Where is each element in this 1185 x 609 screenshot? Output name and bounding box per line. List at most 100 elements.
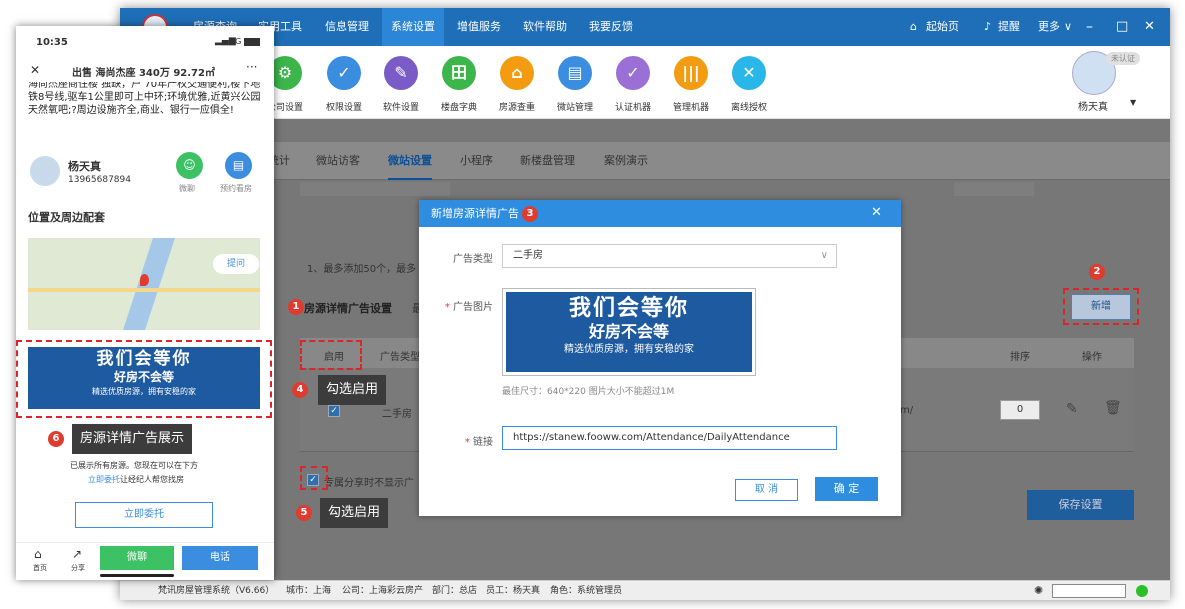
image-hint: 最佳尺寸：640*220 图片大小不能超过1M	[502, 387, 675, 397]
tab-site-settings[interactable]: 微站设置	[388, 142, 432, 180]
building-icon[interactable]: 田	[442, 56, 476, 90]
link-input[interactable]: https://stanew.fooww.com/Attendance/Dail…	[502, 426, 837, 450]
home-link[interactable]: 起始页	[926, 8, 959, 46]
phone-title: 出售 海尚杰座 340万 92.72㎡	[72, 68, 215, 79]
user-chevron-icon[interactable]: ▼	[1130, 98, 1136, 107]
remind-link[interactable]: 提醒	[998, 8, 1020, 46]
section-title: 房源详情广告设置	[304, 302, 392, 315]
status-input[interactable]	[1052, 584, 1126, 598]
maximize-icon[interactable]: □	[1116, 8, 1128, 46]
confirm-button[interactable]: 确 定	[815, 477, 878, 501]
tab-system-settings[interactable]: 系统设置	[382, 8, 444, 46]
banner-line1: 我们会等你	[568, 296, 689, 321]
wrench-icon[interactable]: ✎	[384, 56, 418, 90]
map[interactable]	[28, 238, 260, 330]
home-indicator	[100, 574, 174, 577]
footer-text2: 让经纪人帮您找房	[120, 475, 184, 484]
offline-monitor-icon[interactable]: ✕	[732, 56, 766, 90]
phone-time: 10:35	[36, 37, 68, 48]
ad-type-select[interactable]: 二手房 ∨	[502, 244, 837, 268]
tip-ad-display: 房源详情广告展示	[72, 424, 193, 454]
share-icon[interactable]: ↗	[72, 547, 82, 561]
enable-checkbox[interactable]: ✓	[328, 405, 340, 417]
annotation-6: 6	[48, 431, 64, 447]
tab-value-added[interactable]: 增值服务	[448, 8, 510, 46]
online-status-icon	[1136, 585, 1148, 597]
close-icon[interactable]: ✕	[1144, 8, 1155, 46]
user-name[interactable]: 杨天真	[1078, 98, 1108, 113]
entrust-link[interactable]: 立即委托	[88, 475, 120, 484]
tab-new-property[interactable]: 新楼盘管理	[520, 142, 575, 180]
listing-description: 海尚杰座商住楼 独缺，户 70年产权交通便利,楼下地铁8号线,驱车1公里即可上中…	[28, 82, 268, 132]
monitor-check-icon[interactable]: ✓	[616, 56, 650, 90]
toolbar-label: 微站管理	[556, 103, 593, 113]
annotation-2: 2	[1089, 264, 1105, 280]
tab-info-manage[interactable]: 信息管理	[316, 8, 378, 46]
settings-search-box	[300, 182, 450, 196]
permission-shield-icon[interactable]: ✓	[327, 56, 361, 90]
delete-icon[interactable]: 🗑	[1104, 400, 1122, 416]
agent-avatar	[30, 156, 60, 186]
wechat-chat-icon[interactable]: ☺	[176, 152, 203, 179]
chevron-down-icon[interactable]: ∨	[1064, 8, 1072, 46]
tab-help[interactable]: 软件帮助	[514, 8, 576, 46]
toolbar: ⚙ 公司设置 ✓ 权限设置 ✎ 软件设置 田 楼盘字典 ⌂ 房源查重 ▤ 微站管…	[120, 46, 1170, 119]
annotation-3: 3	[522, 206, 538, 222]
ad-image-upload[interactable]: 我们会等你 好房不会等 精选优质房源，拥有安稳的家	[502, 288, 756, 376]
annotation-1: 1	[288, 299, 304, 315]
tab-case-demo[interactable]: 案例演示	[604, 142, 648, 180]
call-button[interactable]: 电话	[182, 546, 258, 570]
footer-text: 已展示所有房源。您现在可以在下方	[70, 461, 198, 470]
edit-icon[interactable]: ✎	[1066, 401, 1078, 417]
share-option-label: 专属分享时不显示广	[324, 478, 414, 489]
tab-site-visitors[interactable]: 微站访客	[316, 142, 360, 180]
dialog-title: 新增房源详情广告	[419, 200, 901, 227]
cancel-button[interactable]: 取 消	[735, 479, 798, 501]
network-type: 4G	[230, 37, 242, 46]
dialog-title-text: 新增房源详情广告	[431, 207, 519, 220]
annotation-share-highlight	[300, 466, 328, 490]
bell-icon[interactable]: ♪	[984, 8, 991, 46]
agent-name: 杨天真	[68, 160, 101, 173]
ad-type-value: 二手房	[513, 250, 543, 261]
share-tab-label: 分享	[71, 564, 85, 572]
tab-mini-program[interactable]: 小程序	[460, 142, 493, 180]
header-order: 排序	[1010, 352, 1030, 363]
banner-line3: 精选优质房源，拥有安稳的家	[564, 344, 694, 355]
map-road	[28, 288, 260, 292]
banner-image: 我们会等你 好房不会等 精选优质房源，拥有安稳的家	[506, 292, 752, 372]
home-icon[interactable]: ⌂	[910, 8, 917, 46]
more-icon[interactable]: ···	[246, 60, 257, 74]
map-ask-button[interactable]: 提问	[213, 254, 259, 274]
status-company: 公司：上海彩云房产	[342, 586, 424, 596]
header-type: 广告类型	[380, 352, 420, 363]
more-menu[interactable]: 更多	[1038, 8, 1060, 46]
chat-button[interactable]: 微聊	[100, 546, 174, 570]
section-heading: 位置及周边配套	[28, 211, 105, 224]
add-ad-dialog: 新增房源详情广告 ✕ 广告类型 二手房 ∨ * 广告图片 我们会等你 好房不会等 …	[419, 200, 901, 516]
calendar-icon[interactable]: ▤	[225, 152, 252, 179]
close-icon[interactable]: ✕	[30, 63, 40, 77]
listing-description-text: 海尚杰座商住楼 独缺，户 70年产权交通便利,楼下地铁8号线,驱车1公里即可上中…	[28, 82, 261, 116]
minimize-icon[interactable]: –	[1086, 8, 1093, 46]
map-pin-icon	[140, 274, 149, 286]
status-city: 城市：上海	[286, 586, 332, 596]
dialog-close-icon[interactable]: ✕	[871, 205, 882, 220]
tab-feedback[interactable]: 我要反馈	[580, 8, 642, 46]
wechat-chat-label: 微聊	[179, 184, 195, 193]
top-nav-bar: 房源查询 实用工具 信息管理 系统设置 增值服务 软件帮助 我要反馈 ⌂ 起始页…	[120, 8, 1170, 46]
link-label-text: 链接	[473, 437, 493, 448]
order-input[interactable]: 0	[1000, 400, 1040, 420]
server-icon[interactable]: |||	[674, 56, 708, 90]
annotation-4: 4	[292, 382, 308, 398]
toolbar-label: 房源查重	[498, 103, 535, 113]
visit-label: 预约看房	[220, 184, 252, 193]
save-settings-button[interactable]: 保存设置	[1027, 490, 1134, 520]
home-icon[interactable]: ⌂	[34, 547, 42, 561]
toolbar-label: 离线授权	[730, 103, 767, 113]
house-check-icon[interactable]: ⌂	[500, 56, 534, 90]
phone-preview: 10:35 ▂▄▆ 4G ✕ 出售 海尚杰座 340万 92.72㎡ ··· 海…	[16, 26, 274, 580]
link-label: * 链接	[464, 437, 493, 448]
store-icon[interactable]: ▤	[558, 56, 592, 90]
entrust-button[interactable]: 立即委托	[75, 502, 213, 528]
